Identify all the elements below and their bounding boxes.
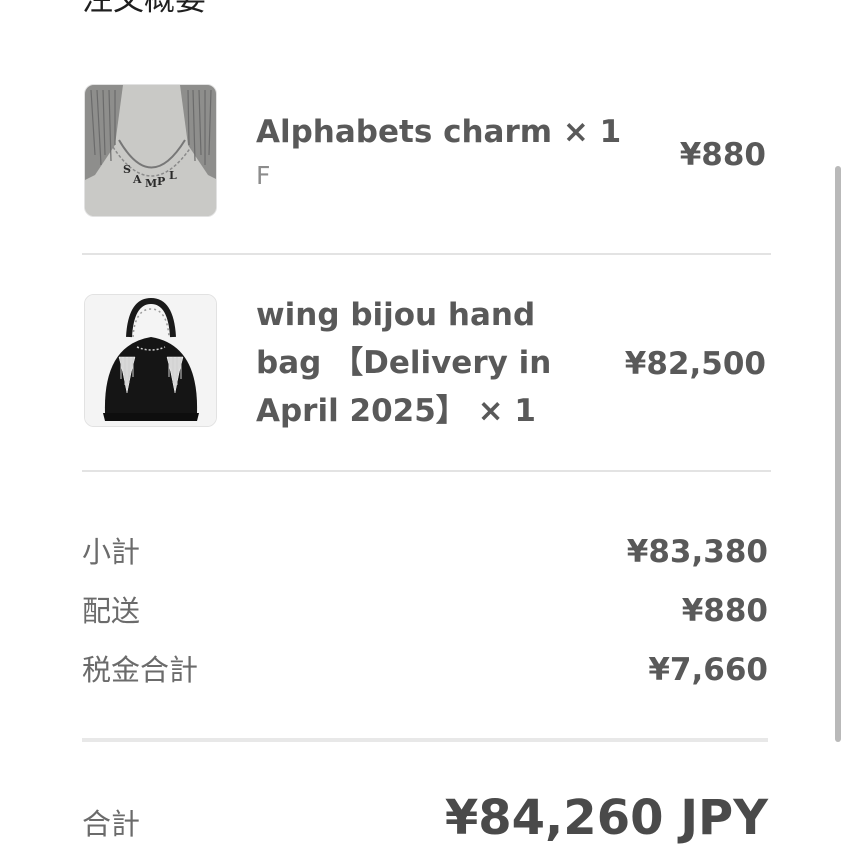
svg-text:L: L [169, 169, 177, 182]
black-handbag-image [85, 295, 216, 426]
tax-label: 税金合計 [82, 653, 199, 687]
tax-value: ¥7,660 [648, 652, 768, 688]
svg-text:A: A [132, 173, 142, 186]
total-value: ¥84,260 JPY [444, 790, 768, 846]
product-variant: F [256, 161, 271, 190]
svg-text:S: S [123, 163, 131, 176]
order-summary-panel: 注文概要 S A M P L Alphabets charm × 1 F ¥88… [0, 0, 851, 851]
product-price: ¥880 [679, 137, 766, 173]
product-name: wing bijou hand bag 【Delivery in April 2… [256, 297, 552, 429]
subtotal-row: 小計 ¥83,380 [82, 530, 768, 574]
svg-text:M: M [145, 177, 157, 190]
product-price: ¥82,500 [624, 346, 766, 382]
order-summary-title: 注文概要 [82, 0, 206, 18]
product-thumbnail-necklace: S A M P L [84, 84, 217, 217]
tax-row: 税金合計 ¥7,660 [82, 648, 768, 692]
product-thumbnail-handbag [84, 294, 217, 427]
subtotal-label: 小計 [82, 535, 141, 569]
scrollbar-thumb[interactable] [835, 166, 841, 742]
svg-text:P: P [157, 175, 165, 188]
product-name: Alphabets charm × 1 [256, 114, 622, 150]
shipping-label: 配送 [82, 594, 141, 628]
shipping-row: 配送 ¥880 [82, 589, 768, 633]
total-divider [82, 738, 768, 742]
total-label: 合計 [82, 807, 141, 841]
item-divider [82, 470, 771, 472]
item-divider [82, 253, 771, 255]
shipping-value: ¥880 [681, 593, 768, 629]
subtotal-value: ¥83,380 [626, 534, 768, 570]
necklace-charm-image: S A M P L [85, 85, 216, 216]
